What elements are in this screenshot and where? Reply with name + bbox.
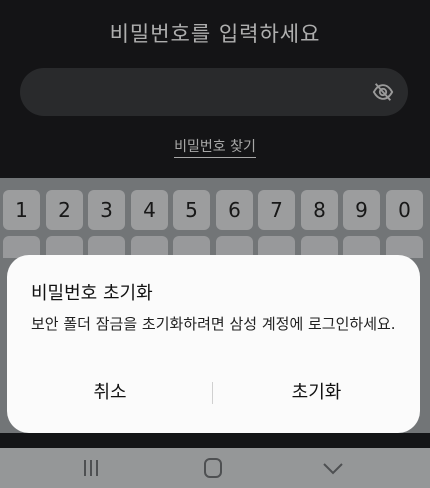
reset-password-dialog: 비밀번호 초기화 보안 폴더 잠금을 초기화하려면 삼성 계정에 로그인하세요.…	[7, 255, 420, 433]
dialog-message: 보안 폴더 잠금을 초기화하려면 삼성 계정에 로그인하세요.	[31, 315, 396, 333]
reset-button[interactable]: 초기화	[213, 373, 420, 413]
dialog-title: 비밀번호 초기화	[31, 283, 153, 304]
cancel-button[interactable]: 취소	[7, 373, 213, 413]
screen: 비밀번호를 입력하세요 비밀번호 찾기 1 2 3 4 5 6 7 8 9 0	[0, 0, 430, 488]
dialog-buttons: 취소 초기화	[7, 373, 420, 413]
